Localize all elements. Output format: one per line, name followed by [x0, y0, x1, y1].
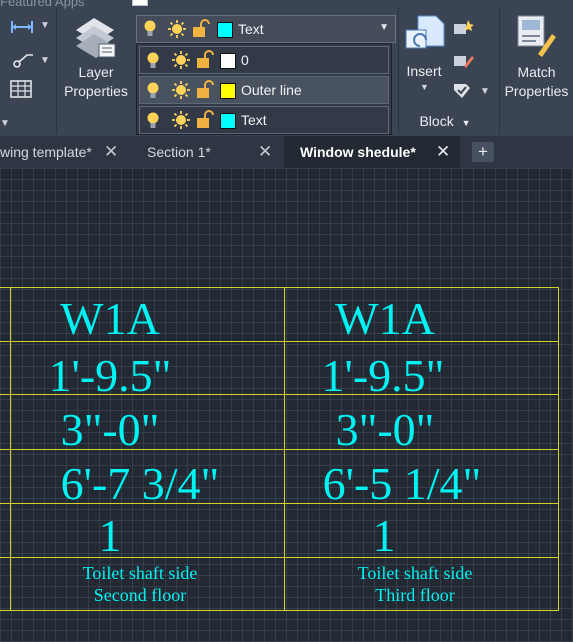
drawing-canvas[interactable]: W1A 1'-9.5" 3"-0" 6'-7 3/4" 1 Toilet sha… [0, 168, 573, 642]
window-note-line1: Toilet shaft side [82, 563, 198, 583]
linear-dimension-icon[interactable] [10, 18, 34, 36]
match-properties-icon[interactable] [516, 14, 558, 58]
chevron-down-icon[interactable]: ▼ [480, 86, 490, 97]
sun-thaw-icon[interactable] [167, 19, 187, 39]
table-line [10, 287, 11, 611]
layer-option-label: Text [241, 112, 267, 128]
chevron-down-icon: ▼ [461, 118, 471, 128]
window-sill: 6'-7 3/4" [60, 458, 220, 509]
layer-properties-label[interactable]: Layer Properties [58, 63, 134, 101]
edit-block-icon[interactable] [452, 50, 474, 70]
table-line [558, 287, 559, 611]
window-width: 1'-9.5" [48, 350, 172, 401]
featured-apps-checkbox[interactable] [132, 0, 148, 6]
layer-color-swatch [220, 83, 236, 99]
window-note-line1: Toilet shaft side [357, 563, 473, 583]
chevron-down-icon[interactable]: ▼ [420, 82, 429, 92]
window-width: 1'-9.5" [321, 350, 445, 401]
unlock-icon[interactable] [196, 110, 214, 130]
sun-thaw-icon[interactable] [171, 80, 191, 100]
match-properties-label[interactable]: Match Properties [500, 63, 573, 101]
new-tab-button[interactable]: + [472, 142, 494, 162]
layer-color-swatch [220, 53, 236, 69]
current-layer-name: Text [238, 21, 264, 37]
block-attribute-icon[interactable] [450, 80, 474, 102]
sun-thaw-icon[interactable] [171, 110, 191, 130]
close-icon[interactable]: ✕ [258, 136, 272, 168]
table-line [0, 287, 559, 288]
window-height: 3"-0" [60, 404, 160, 455]
lightbulb-on-icon[interactable] [146, 82, 160, 100]
lightbulb-on-icon[interactable] [143, 20, 157, 38]
layer-option-label: 0 [241, 52, 249, 68]
tab-window-shedule[interactable]: Window shedule* [284, 136, 460, 168]
chevron-down-icon[interactable]: ▼ [0, 118, 10, 129]
close-icon[interactable]: ✕ [104, 136, 118, 168]
layer-option-0[interactable]: 0 [139, 46, 389, 74]
table-line [284, 287, 285, 611]
featured-apps-label[interactable]: Featured Apps [0, 0, 85, 9]
chevron-down-icon[interactable]: ▼ [40, 55, 50, 66]
window-id: W1A [60, 293, 160, 344]
layer-color-swatch [220, 113, 236, 129]
block-panel-label[interactable]: Block ▼ [410, 112, 480, 133]
window-note-line2: Second floor [93, 585, 187, 605]
layer-dropdown[interactable]: Text ▼ [136, 15, 396, 43]
lightbulb-on-icon[interactable] [146, 52, 160, 70]
table-icon[interactable] [10, 80, 32, 98]
window-qty: 1 [372, 510, 396, 561]
unlock-icon[interactable] [196, 80, 214, 100]
window-id: W1A [335, 293, 435, 344]
close-icon[interactable]: ✕ [436, 136, 450, 168]
layer-properties-icon[interactable] [72, 14, 118, 58]
ribbon: Featured Apps ▼ ▼ ▼ Layer Properties Tex… [0, 0, 573, 136]
lightbulb-on-icon[interactable] [146, 112, 160, 130]
window-note-line2: Third floor [375, 585, 455, 605]
layer-color-swatch [217, 22, 233, 38]
window-height: 3"-0" [335, 404, 435, 455]
chevron-down-icon[interactable]: ▼ [40, 20, 50, 31]
chevron-down-icon[interactable]: ▼ [379, 22, 389, 33]
layer-option-outer-line[interactable]: Outer line [139, 76, 389, 104]
table-line [0, 610, 559, 611]
window-sill: 6'-5 1/4" [322, 458, 482, 509]
leader-icon[interactable] [12, 50, 34, 68]
layer-dropdown-list: 0 Outer line Text [136, 43, 392, 135]
insert-block-icon[interactable] [404, 14, 446, 56]
sun-thaw-icon[interactable] [171, 50, 191, 70]
file-tabs: wing template* ✕ Section 1* ✕ Window she… [0, 136, 573, 168]
layer-option-label: Outer line [241, 82, 302, 98]
unlock-icon[interactable] [192, 19, 210, 39]
create-block-icon[interactable] [452, 18, 474, 38]
insert-label[interactable]: Insert [402, 62, 446, 81]
unlock-icon[interactable] [196, 50, 214, 70]
window-qty: 1 [98, 510, 122, 561]
layer-option-text[interactable]: Text [139, 106, 389, 134]
